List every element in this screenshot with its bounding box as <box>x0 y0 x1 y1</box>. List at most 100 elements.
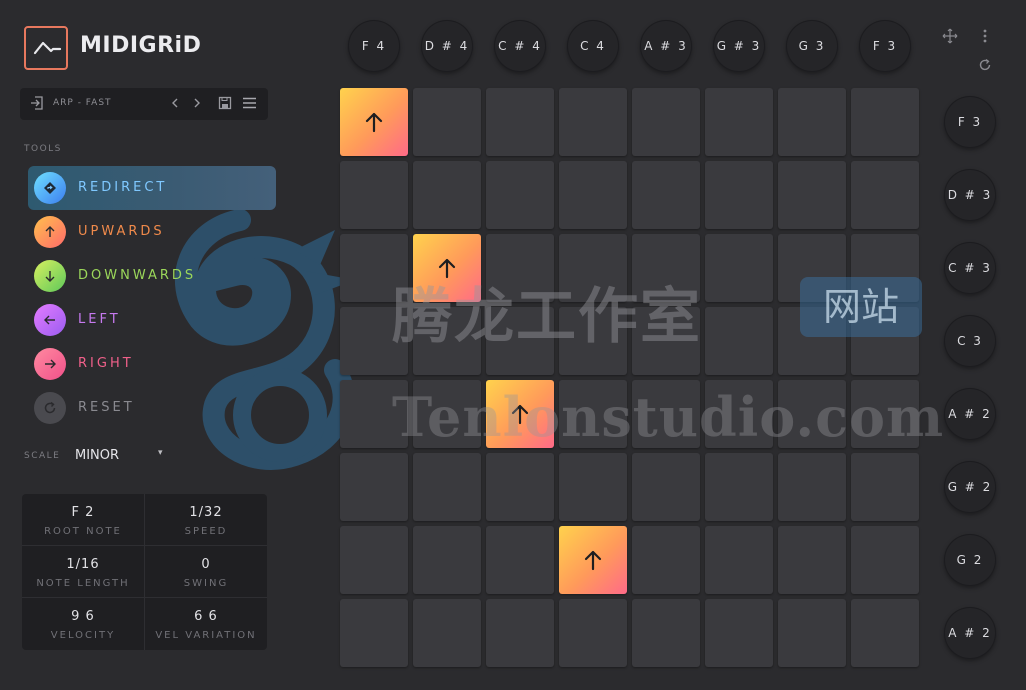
top-note-0[interactable]: F 4 <box>348 20 400 72</box>
preset-bar: ARP - FAST <box>20 88 268 120</box>
side-note-2[interactable]: C # 3 <box>944 242 996 294</box>
side-note-7[interactable]: A # 2 <box>944 607 996 659</box>
param-root-note[interactable]: F 2 ROOT NOTE <box>22 494 144 546</box>
grid-pad-r6-c5[interactable] <box>705 526 773 594</box>
side-note-5[interactable]: G # 2 <box>944 461 996 513</box>
grid-pad-r7-c4[interactable] <box>632 599 700 667</box>
arrow-right-icon <box>34 348 66 380</box>
tool-redirect[interactable]: REDIRECT <box>28 166 276 210</box>
param-value: 6 6 <box>194 609 218 624</box>
grid-pad-r0-c0[interactable] <box>340 88 408 156</box>
param-label: NOTE LENGTH <box>36 578 130 589</box>
param-label: VEL VARIATION <box>155 630 257 641</box>
grid-pad-r0-c6[interactable] <box>778 88 846 156</box>
top-note-7[interactable]: F 3 <box>859 20 911 72</box>
grid-pad-r1-c3[interactable] <box>559 161 627 229</box>
menu-icon[interactable] <box>242 96 257 115</box>
side-note-4[interactable]: A # 2 <box>944 388 996 440</box>
grid-pad-r0-c7[interactable] <box>851 88 919 156</box>
grid-pad-r7-c3[interactable] <box>559 599 627 667</box>
grid-pad-r1-c0[interactable] <box>340 161 408 229</box>
param-value: F 2 <box>71 505 95 520</box>
grid-pad-r1-c5[interactable] <box>705 161 773 229</box>
grid-pad-r0-c4[interactable] <box>632 88 700 156</box>
tool-left[interactable]: LEFT <box>28 298 276 342</box>
grid-pad-r0-c3[interactable] <box>559 88 627 156</box>
preset-name[interactable]: ARP - FAST <box>53 98 112 108</box>
grid-pad-r7-c5[interactable] <box>705 599 773 667</box>
refresh-icon[interactable] <box>978 58 992 75</box>
grid-pad-r1-c6[interactable] <box>778 161 846 229</box>
top-note-6[interactable]: G 3 <box>786 20 838 72</box>
top-note-2[interactable]: C # 4 <box>494 20 546 72</box>
param-velocity[interactable]: 9 6 VELOCITY <box>22 598 144 650</box>
tool-redirect-label: REDIRECT <box>78 180 168 195</box>
grid-pad-r5-c2[interactable] <box>486 453 554 521</box>
top-note-3[interactable]: C 4 <box>567 20 619 72</box>
grid-pad-r5-c5[interactable] <box>705 453 773 521</box>
param-swing[interactable]: 0 SWING <box>145 546 267 598</box>
chevron-left-icon[interactable] <box>170 96 180 115</box>
grid-pad-r6-c4[interactable] <box>632 526 700 594</box>
grid-pad-r1-c1[interactable] <box>413 161 481 229</box>
more-options-icon[interactable] <box>982 28 988 47</box>
watermark-cn-text: 腾龙工作室 <box>392 282 702 352</box>
tool-right[interactable]: RIGHT <box>28 342 276 386</box>
grid-pad-r0-c2[interactable] <box>486 88 554 156</box>
grid-pad-r7-c0[interactable] <box>340 599 408 667</box>
grid-pad-r1-c4[interactable] <box>632 161 700 229</box>
param-speed[interactable]: 1/32 SPEED <box>145 494 267 546</box>
grid-pad-r5-c3[interactable] <box>559 453 627 521</box>
grid-pad-r3-c5[interactable] <box>705 307 773 375</box>
grid-pad-r1-c7[interactable] <box>851 161 919 229</box>
tool-reset[interactable]: RESET <box>28 386 276 430</box>
grid-pad-r6-c2[interactable] <box>486 526 554 594</box>
param-note-length[interactable]: 1/16 NOTE LENGTH <box>22 546 144 598</box>
tool-upwards[interactable]: UPWARDS <box>28 210 276 254</box>
grid-pad-r7-c6[interactable] <box>778 599 846 667</box>
grid-pad-r5-c7[interactable] <box>851 453 919 521</box>
top-note-1[interactable]: D # 4 <box>421 20 473 72</box>
grid-pad-r5-c4[interactable] <box>632 453 700 521</box>
param-value: 9 6 <box>71 609 95 624</box>
grid-pad-r7-c1[interactable] <box>413 599 481 667</box>
param-vel-variation[interactable]: 6 6 VEL VARIATION <box>145 598 267 650</box>
grid-pad-r5-c6[interactable] <box>778 453 846 521</box>
param-label: SWING <box>183 578 229 589</box>
grid-pad-r0-c5[interactable] <box>705 88 773 156</box>
grid-pad-r6-c6[interactable] <box>778 526 846 594</box>
side-note-1[interactable]: D # 3 <box>944 169 996 221</box>
grid-pad-r6-c7[interactable] <box>851 526 919 594</box>
side-note-3[interactable]: C 3 <box>944 315 996 367</box>
grid-pad-r7-c7[interactable] <box>851 599 919 667</box>
arrow-left-icon <box>34 304 66 336</box>
grid-pad-r7-c2[interactable] <box>486 599 554 667</box>
param-label: ROOT NOTE <box>44 526 122 537</box>
chevron-down-icon: ▾ <box>158 448 163 458</box>
grid-pad-r5-c0[interactable] <box>340 453 408 521</box>
grid-pad-r0-c1[interactable] <box>413 88 481 156</box>
reset-icon <box>34 392 66 424</box>
import-icon[interactable] <box>30 96 44 115</box>
move-icon[interactable] <box>942 28 958 47</box>
param-value: 0 <box>201 557 211 572</box>
grid-pad-r2-c5[interactable] <box>705 234 773 302</box>
midigrid-window: MIDIGRiD ARP - FAST TOOLS REDIRECT UPWAR… <box>0 0 1026 690</box>
tool-upwards-label: UPWARDS <box>78 224 165 239</box>
grid-pad-r6-c3[interactable] <box>559 526 627 594</box>
top-note-5[interactable]: G # 3 <box>713 20 765 72</box>
side-note-0[interactable]: F 3 <box>944 96 996 148</box>
grid-pad-r5-c1[interactable] <box>413 453 481 521</box>
tool-left-label: LEFT <box>78 312 121 327</box>
grid-pad-r6-c1[interactable] <box>413 526 481 594</box>
arrow-up-icon <box>365 112 383 133</box>
arrow-up-icon <box>584 550 602 571</box>
save-icon[interactable] <box>218 96 232 115</box>
grid-pad-r1-c2[interactable] <box>486 161 554 229</box>
tool-downwards[interactable]: DOWNWARDS <box>28 254 276 298</box>
top-note-4[interactable]: A # 3 <box>640 20 692 72</box>
grid-pad-r6-c0[interactable] <box>340 526 408 594</box>
chevron-right-icon[interactable] <box>192 96 202 115</box>
side-note-6[interactable]: G 2 <box>944 534 996 586</box>
param-value: 1/16 <box>66 557 100 572</box>
